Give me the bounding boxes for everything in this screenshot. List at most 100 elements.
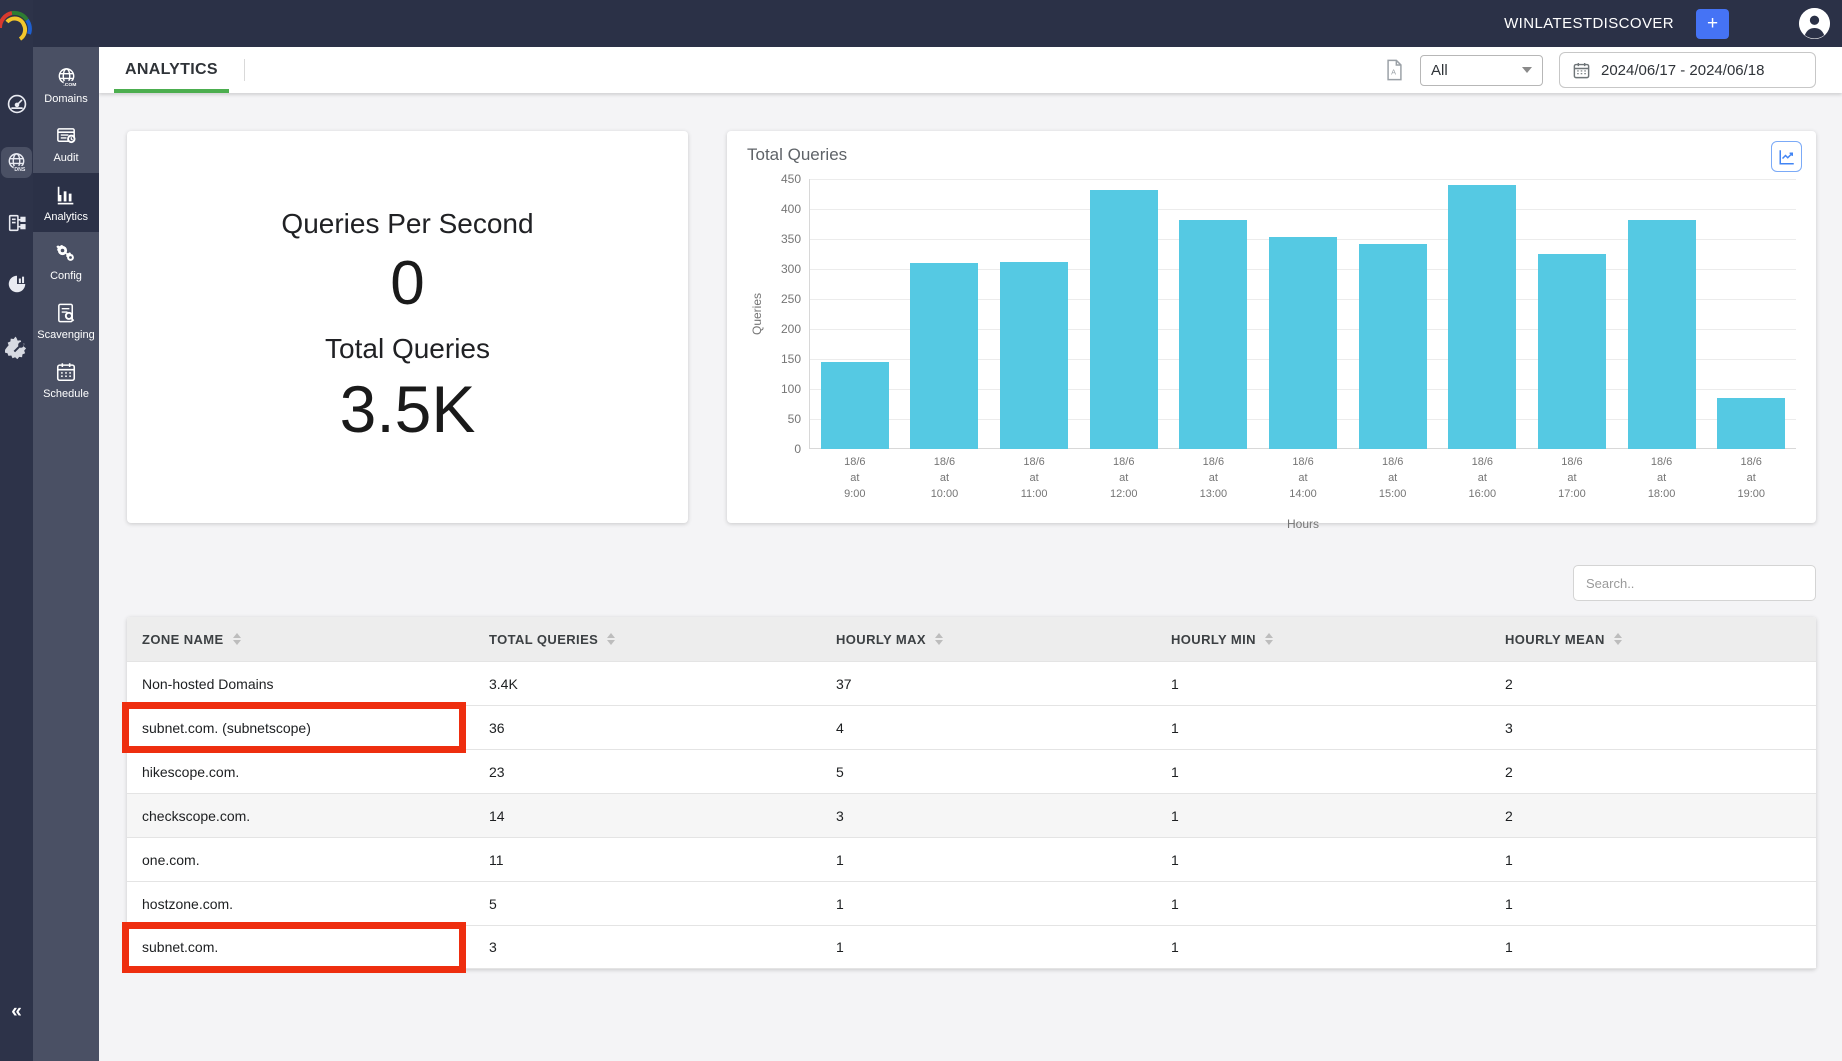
active-tab-underline <box>114 89 229 93</box>
column-header-label: HOURLY MAX <box>836 632 926 647</box>
x-tick-label: 18/6at18:00 <box>1617 449 1707 503</box>
add-button[interactable]: + <box>1696 9 1729 39</box>
cell-zone: hikescope.com. <box>127 764 474 780</box>
x-axis-title: Hours <box>810 517 1796 531</box>
table-row: subnet.com. (subnetscope)36413 <box>127 705 1816 749</box>
sidebar-item-config[interactable]: Config <box>33 232 99 291</box>
cell-total: 36 <box>474 720 821 736</box>
cell-total: 23 <box>474 764 821 780</box>
cell-max: 3 <box>821 808 1156 824</box>
cell-zone: subnet.com. <box>127 939 474 955</box>
cell-zone: subnet.com. (subnetscope) <box>127 720 474 736</box>
cell-max: 5 <box>821 764 1156 780</box>
table-row: one.com.11111 <box>127 837 1816 881</box>
chevron-down-icon <box>1522 67 1532 73</box>
settings-wrench-icon[interactable] <box>1 332 32 363</box>
column-header-hourly-max[interactable]: HOURLY MAX <box>821 632 1156 647</box>
sidebar-item-label: Domains <box>44 93 87 105</box>
y-tick-label: 300 <box>781 262 801 276</box>
y-tick-label: 400 <box>781 202 801 216</box>
app-logo <box>0 6 36 48</box>
chart-type-toggle-button[interactable] <box>1771 141 1802 172</box>
dns-globe-icon[interactable]: DNS <box>1 147 32 178</box>
chart-bar[interactable] <box>1179 220 1247 449</box>
chart-title: Total Queries <box>747 145 1796 165</box>
calendar-icon <box>1572 61 1591 80</box>
organization-name: WINLATESTDISCOVER <box>1504 15 1674 32</box>
column-header-label: ZONE NAME <box>142 632 224 647</box>
chart-bar[interactable] <box>1090 190 1158 449</box>
tab-analytics[interactable]: ANALYTICS <box>99 47 244 93</box>
dashboard-speedometer-icon[interactable] <box>1 88 32 119</box>
column-header-label: HOURLY MIN <box>1171 632 1256 647</box>
cell-mean: 2 <box>1490 808 1816 824</box>
table-search-input[interactable] <box>1573 565 1816 601</box>
x-tick-label: 18/6at14:00 <box>1258 449 1348 503</box>
chart-bar[interactable] <box>1359 244 1427 449</box>
table-header-row: ZONE NAME TOTAL QUERIES HOURLY MAX HOURLY M… <box>127 617 1816 661</box>
analytics-icon <box>55 183 77 207</box>
date-range-picker[interactable]: 2024/06/17 - 2024/06/18 <box>1559 52 1816 88</box>
x-axis-labels: 18/6at9:0018/6at10:0018/6at11:0018/6at12… <box>810 449 1796 503</box>
x-tick-label: 18/6at19:00 <box>1706 449 1796 503</box>
sidebar-item-label: Audit <box>53 152 78 164</box>
cell-min: 1 <box>1156 720 1490 736</box>
sidebar-item-audit[interactable]: Audit <box>33 114 99 173</box>
cell-zone: hostzone.com. <box>127 896 474 912</box>
reports-piechart-icon[interactable] <box>1 268 32 299</box>
y-tick-label: 50 <box>788 412 801 426</box>
chart-bar[interactable] <box>1269 237 1337 449</box>
cell-total: 11 <box>474 852 821 868</box>
filter-selected-value: All <box>1431 62 1448 79</box>
total-queries-chart-card: Total Queries Queries 450400350300250200… <box>727 131 1816 523</box>
domains-globe-icon: .COM <box>55 65 78 89</box>
chart-bar[interactable] <box>821 362 889 449</box>
chart-bar[interactable] <box>910 263 978 449</box>
column-header-hourly-mean[interactable]: HOURLY MEAN <box>1490 632 1816 647</box>
cell-zone: checkscope.com. <box>127 808 474 824</box>
sidebar-item-label: Analytics <box>44 211 88 223</box>
zones-table: ZONE NAME TOTAL QUERIES HOURLY MAX HOURLY M… <box>127 617 1816 969</box>
column-header-hourly-min[interactable]: HOURLY MIN <box>1156 632 1490 647</box>
chart-bar[interactable] <box>1717 398 1785 449</box>
scope-filter-select[interactable]: All <box>1420 55 1543 86</box>
y-tick-label: 200 <box>781 322 801 336</box>
sort-arrows-icon <box>607 633 615 645</box>
y-tick-label: 150 <box>781 352 801 366</box>
nav-sidebar: .COM Domains Audit Analytics ConfigScavengin… <box>33 47 99 1061</box>
cell-min: 1 <box>1156 808 1490 824</box>
chart-bar[interactable] <box>1628 220 1696 449</box>
column-header-zone-name[interactable]: ZONE NAME <box>127 632 474 647</box>
cell-max: 37 <box>821 676 1156 692</box>
table-body: Non-hosted Domains3.4K3712subnet.com. (s… <box>127 661 1816 969</box>
infrastructure-icon[interactable] <box>1 207 32 238</box>
cell-max: 1 <box>821 939 1156 955</box>
table-row: hikescope.com.23512 <box>127 749 1816 793</box>
chart-bar[interactable] <box>1538 254 1606 449</box>
x-tick-label: 18/6at13:00 <box>1169 449 1259 503</box>
cell-total: 14 <box>474 808 821 824</box>
x-tick-label: 18/6at17:00 <box>1527 449 1617 503</box>
total-queries-label: Total Queries <box>325 333 490 365</box>
cell-mean: 1 <box>1490 939 1816 955</box>
column-header-label: TOTAL QUERIES <box>489 632 598 647</box>
cell-min: 1 <box>1156 896 1490 912</box>
export-pdf-icon[interactable]: A <box>1385 59 1404 81</box>
y-axis-title: Queries <box>750 293 764 335</box>
line-chart-icon <box>1778 148 1796 166</box>
cell-mean: 2 <box>1490 676 1816 692</box>
column-header-total-queries[interactable]: TOTAL QUERIES <box>474 632 821 647</box>
sidebar-item-analytics[interactable]: Analytics <box>33 173 99 232</box>
sidebar-item-scavenging[interactable]: Scavenging <box>33 291 99 350</box>
collapse-sidebar-chevrons[interactable]: « <box>0 1001 33 1023</box>
user-avatar[interactable] <box>1799 8 1830 39</box>
schedule-calendar-icon <box>55 360 77 384</box>
table-row: checkscope.com.14312 <box>127 793 1816 837</box>
chart-bar[interactable] <box>1000 262 1068 449</box>
cell-mean: 1 <box>1490 852 1816 868</box>
sidebar-item-schedule[interactable]: Schedule <box>33 350 99 409</box>
sidebar-item-domains[interactable]: .COM Domains <box>33 55 99 114</box>
chart-bar[interactable] <box>1448 185 1516 449</box>
config-gears-icon <box>54 242 78 266</box>
cell-min: 1 <box>1156 852 1490 868</box>
